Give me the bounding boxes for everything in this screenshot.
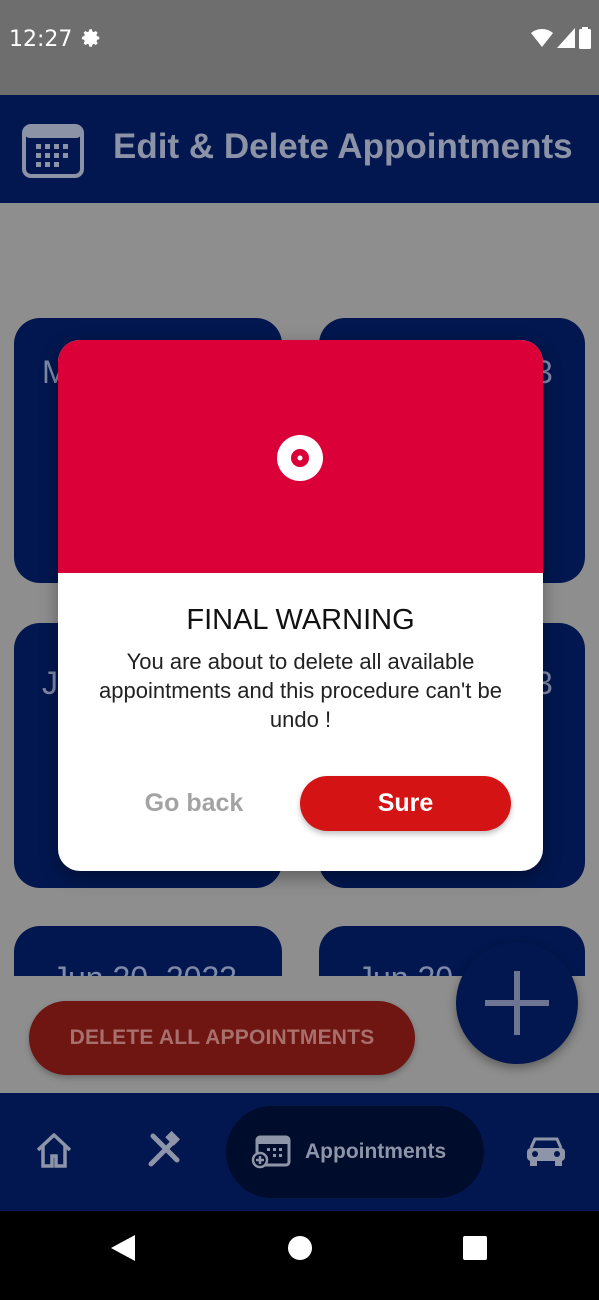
dialog-message: You are about to delete all available ap…: [99, 649, 502, 732]
appointments-calendar-icon: [251, 1135, 291, 1169]
home-icon[interactable]: [34, 1130, 74, 1170]
signal-icon: [557, 28, 575, 48]
back-icon[interactable]: [109, 1233, 137, 1263]
sure-button[interactable]: Sure: [300, 776, 511, 831]
nav-appointments-label: Appointments: [305, 1140, 447, 1163]
battery-icon: [579, 27, 591, 49]
go-back-button[interactable]: Go back: [128, 776, 260, 830]
final-warning-dialog: FINAL WARNING You are about to delete al…: [58, 340, 543, 871]
warning-target-icon: [277, 435, 323, 481]
plus-icon: [485, 971, 549, 1035]
card-date: J: [42, 665, 58, 701]
wifi-icon: [531, 29, 553, 47]
card-date: Jun 20, 2023: [52, 960, 237, 976]
tools-icon[interactable]: [143, 1130, 183, 1170]
card-date: Jun 20: [357, 960, 453, 976]
status-time: 12:27: [9, 27, 73, 52]
delete-all-appointments-button[interactable]: DELETE ALL APPOINTMENTS: [29, 1001, 415, 1075]
recents-square-icon[interactable]: [462, 1235, 488, 1261]
car-icon[interactable]: [525, 1134, 567, 1168]
calendar-icon: [22, 124, 84, 178]
appointment-card[interactable]: Jun 20, 2023: [14, 926, 282, 976]
settings-gear-icon: [81, 29, 100, 47]
home-circle-icon[interactable]: [287, 1235, 313, 1261]
dialog-title: FINAL WARNING: [186, 604, 415, 636]
system-navigation-bar: [0, 1211, 599, 1300]
status-indicators: [531, 27, 591, 49]
status-bar: 12:27: [0, 0, 599, 95]
page-title: Edit & Delete Appointments: [113, 127, 573, 166]
add-appointment-button[interactable]: [456, 942, 578, 1064]
